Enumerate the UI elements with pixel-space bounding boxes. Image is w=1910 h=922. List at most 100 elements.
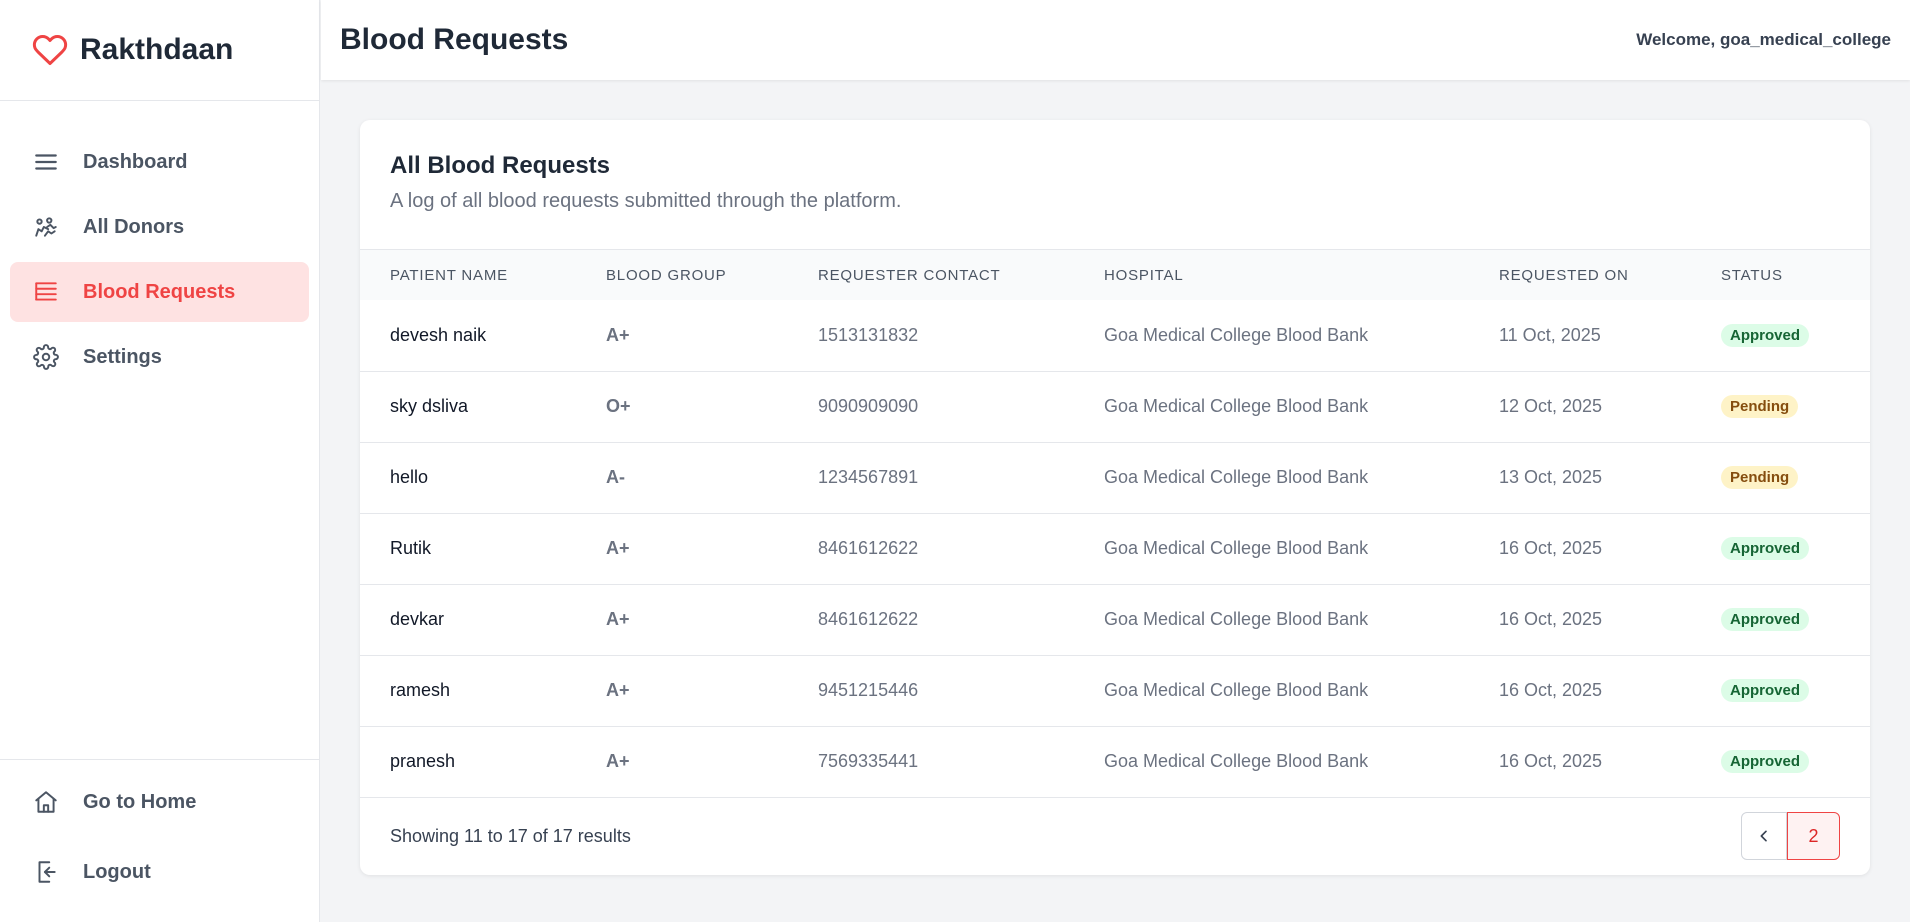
column-header: STATUS xyxy=(1721,266,1783,284)
page-title: Blood Requests xyxy=(340,23,569,56)
column-header: BLOOD GROUP xyxy=(606,266,727,284)
table-row[interactable]: devesh naik A+ 1513131832 Goa Medical Colle… xyxy=(360,300,1870,371)
home-icon xyxy=(32,788,60,816)
page-button-current[interactable]: 2 xyxy=(1787,812,1840,860)
status-cell: Approved xyxy=(1691,300,1870,371)
contact-cell: 8461612622 xyxy=(818,538,919,558)
sidebar-item-label: Settings xyxy=(83,345,162,368)
requested-on-cell: 16 Oct, 2025 xyxy=(1499,680,1603,700)
patient-name-cell: hello xyxy=(390,467,429,487)
brand[interactable]: Rakthdaan xyxy=(0,0,319,101)
sidebar-item-settings[interactable]: Settings xyxy=(10,327,309,387)
blood-group-cell: A+ xyxy=(606,680,630,700)
status-badge: Approved xyxy=(1721,323,1810,347)
menu-icon xyxy=(32,148,60,176)
table-row[interactable]: hello A- 1234567891 Goa Medical College Blo… xyxy=(360,442,1870,513)
sidebar-item-go-to-home[interactable]: Go to Home xyxy=(10,772,309,832)
sidebar: Rakthdaan Dashboard All Donors Blood Req… xyxy=(0,0,320,922)
patient-name-cell: devkar xyxy=(390,609,445,629)
donors-icon xyxy=(32,213,60,241)
chevron-left-icon xyxy=(1760,830,1767,842)
sidebar-item-blood-requests[interactable]: Blood Requests xyxy=(10,262,309,322)
sidebar-item-label: Dashboard xyxy=(83,150,188,173)
brand-name: Rakthdaan xyxy=(80,33,234,66)
top-header: Blood Requests Welcome, goa_medical_coll… xyxy=(321,0,1910,80)
previous-page-button[interactable] xyxy=(1741,812,1787,860)
list-icon xyxy=(32,278,60,306)
contact-cell: 7569335441 xyxy=(818,751,919,771)
card-header: All Blood Requests A log of all blood re… xyxy=(360,120,1870,250)
status-badge: Approved xyxy=(1721,608,1810,631)
hospital-cell: Goa Medical College Blood Bank xyxy=(1104,680,1369,700)
pagination-bar: Showing 11 to 17 of 17 results 2 xyxy=(360,797,1870,875)
status-cell: Approved xyxy=(1691,584,1870,655)
hospital-cell: Goa Medical College Blood Bank xyxy=(1104,751,1369,771)
patient-name-cell: ramesh xyxy=(390,680,451,700)
requests-card: All Blood Requests A log of all blood re… xyxy=(360,120,1870,875)
sidebar-item-label: Go to Home xyxy=(83,790,197,813)
patient-name-cell: Rutik xyxy=(390,538,432,558)
card-title: All Blood Requests xyxy=(390,152,611,179)
sidebar-item-label: Logout xyxy=(83,860,151,883)
table-row[interactable]: devkar A+ 8461612622 Goa Medical College Bl… xyxy=(360,584,1870,655)
status-badge: Approved xyxy=(1721,537,1810,560)
status-cell: Approved xyxy=(1691,655,1870,726)
card-subtitle: A log of all blood requests submitted th… xyxy=(390,190,902,212)
hospital-cell: Goa Medical College Blood Bank xyxy=(1104,538,1369,558)
table-row[interactable]: sky dsliva O+ 9090909090 Goa Medical Colleg… xyxy=(360,371,1870,442)
status-cell: Approved xyxy=(1691,726,1870,797)
heart-icon xyxy=(32,34,68,65)
status-cell: Pending xyxy=(1691,442,1870,513)
sidebar-item-label: All Donors xyxy=(83,215,185,238)
status-badge: Approved xyxy=(1721,679,1810,702)
patient-name-cell: sky dsliva xyxy=(390,396,469,416)
status-badge: Pending xyxy=(1721,395,1799,418)
contact-cell: 1513131832 xyxy=(818,324,919,345)
sidebar-item-dashboard[interactable]: Dashboard xyxy=(10,132,309,192)
hospital-cell: Goa Medical College Blood Bank xyxy=(1104,324,1369,345)
sidebar-footer: Go to Home Logout xyxy=(0,759,319,922)
contact-cell: 9090909090 xyxy=(818,396,919,416)
table-row[interactable]: ramesh A+ 9451215446 Goa Medical College Bl… xyxy=(360,655,1870,726)
status-cell: Pending xyxy=(1691,371,1870,442)
hospital-cell: Goa Medical College Blood Bank xyxy=(1104,609,1369,629)
requested-on-cell: 16 Oct, 2025 xyxy=(1499,751,1603,771)
status-badge: Approved xyxy=(1721,750,1810,773)
column-header: REQUESTER CONTACT xyxy=(818,266,1001,284)
column-header: REQUESTED ON xyxy=(1499,266,1629,284)
hospital-cell: Goa Medical College Blood Bank xyxy=(1104,396,1369,416)
patient-name-cell: devesh naik xyxy=(390,324,487,345)
status-cell: Approved xyxy=(1691,513,1870,584)
column-header: PATIENT NAME xyxy=(390,266,508,284)
blood-group-cell: A- xyxy=(606,467,625,487)
requests-table: PATIENT NAME BLOOD GROUP REQUESTER CONTA… xyxy=(360,250,1870,798)
contact-cell: 1234567891 xyxy=(818,467,919,487)
requested-on-cell: 13 Oct, 2025 xyxy=(1499,467,1603,487)
sidebar-item-label: Blood Requests xyxy=(83,280,236,303)
blood-group-cell: A+ xyxy=(606,324,630,345)
sidebar-item-all-donors[interactable]: All Donors xyxy=(10,197,309,257)
contact-cell: 9451215446 xyxy=(818,680,919,700)
blood-group-cell: A+ xyxy=(606,609,630,629)
welcome-text: Welcome, goa_medical_college xyxy=(1636,30,1891,49)
sidebar-nav: Dashboard All Donors Blood Requests Sett… xyxy=(0,101,319,387)
table-row[interactable]: Rutik A+ 8461612622 Goa Medical College Blo… xyxy=(360,513,1870,584)
requested-on-cell: 16 Oct, 2025 xyxy=(1499,538,1603,558)
contact-cell: 8461612622 xyxy=(818,609,919,629)
gear-icon xyxy=(32,343,60,371)
table-header-row: PATIENT NAME BLOOD GROUP REQUESTER CONTA… xyxy=(360,250,1870,300)
table-row[interactable]: pranesh A+ 7569335441 Goa Medical College B… xyxy=(360,726,1870,797)
blood-group-cell: A+ xyxy=(606,751,630,771)
column-header: HOSPITAL xyxy=(1104,266,1184,284)
hospital-cell: Goa Medical College Blood Bank xyxy=(1104,467,1369,487)
requested-on-cell: 11 Oct, 2025 xyxy=(1499,324,1601,345)
blood-group-cell: O+ xyxy=(606,396,631,416)
patient-name-cell: pranesh xyxy=(390,751,456,771)
logout-icon xyxy=(32,858,60,886)
pagination: 2 xyxy=(1741,812,1840,860)
blood-group-cell: A+ xyxy=(606,538,630,558)
sidebar-item-logout[interactable]: Logout xyxy=(10,842,309,902)
status-badge: Pending xyxy=(1721,466,1799,489)
requested-on-cell: 16 Oct, 2025 xyxy=(1499,609,1603,629)
results-summary: Showing 11 to 17 of 17 results xyxy=(390,825,631,846)
